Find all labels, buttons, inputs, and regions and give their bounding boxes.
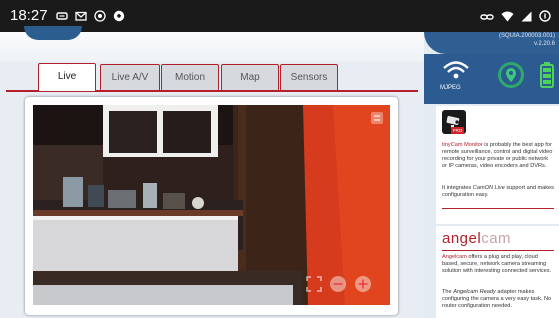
tinycam-panel: PRO tinyCam Monitor is probably the best…	[436, 106, 559, 224]
version-info: (SQUIA.200003.001) v.2.20.6	[499, 32, 555, 48]
cast-icon	[56, 9, 68, 21]
logo-light: cam	[481, 230, 512, 247]
stream-mode-label: MJPEG	[440, 85, 461, 91]
status-time: 18:27	[10, 7, 48, 24]
sidebar-icon-row: MJPEG	[424, 54, 559, 104]
angelcam-adapter: The Angelcam Ready adapter makes configu…	[442, 289, 554, 310]
wifi-icon	[501, 9, 514, 27]
fullscreen-icon[interactable]	[305, 275, 323, 298]
battery-icon[interactable]	[540, 62, 554, 93]
signal-icon	[521, 9, 532, 27]
build-id: (SQUIA.200003.001)	[498, 33, 555, 39]
notification-icons	[56, 9, 125, 22]
live-video[interactable]	[33, 105, 390, 305]
angelcam-description: Angelcam offers a plug and play, cloud b…	[442, 254, 554, 275]
tab-sensors[interactable]: Sensors	[280, 64, 338, 90]
tinycam-logo-icon	[442, 110, 466, 139]
logo-main: angel	[442, 230, 482, 247]
angelcam-brand[interactable]: Angelcam	[442, 254, 467, 260]
adapter-pre: The	[442, 289, 454, 295]
battery-saver-icon	[539, 9, 551, 27]
tinycam-integration: It integrates CamON Live support and mak…	[442, 185, 554, 199]
tab-bar: Live Live A/V Motion Map Sensors	[6, 60, 418, 92]
location-icon[interactable]	[496, 60, 526, 95]
link-icon	[480, 9, 494, 27]
gmail-icon	[75, 9, 87, 21]
tinycam-description: tinyCam Monitor is probably the best app…	[442, 142, 554, 170]
angelcam-logo: angelcam	[442, 230, 511, 247]
zoom-out-icon[interactable]	[329, 275, 347, 298]
menu-handle-button[interactable]	[24, 26, 82, 40]
divider	[442, 208, 554, 209]
sidebar: (SQUIA.200003.001) v.2.20.6 MJPEG PRO ti…	[424, 32, 559, 318]
tab-motion[interactable]: Motion	[161, 64, 219, 90]
tab-live[interactable]: Live	[38, 63, 96, 91]
video-frame	[24, 96, 399, 316]
angelcam-ready-text: Angelcam Ready	[453, 289, 496, 295]
app-header	[0, 26, 424, 62]
sidebar-header: (SQUIA.200003.001) v.2.20.6	[424, 32, 559, 54]
cam-app-icon	[94, 9, 106, 22]
video-menu-icon[interactable]	[370, 111, 384, 130]
zoom-in-icon[interactable]	[354, 275, 372, 298]
system-icons	[480, 9, 551, 27]
integration-pre: It integrates	[442, 185, 473, 191]
version-number: v.2.20.6	[534, 41, 555, 47]
pro-badge: PRO	[451, 127, 464, 134]
main-area: Live Live A/V Motion Map Sensors	[0, 26, 424, 318]
tab-live-av[interactable]: Live A/V	[100, 64, 160, 90]
tab-map[interactable]: Map	[221, 64, 279, 90]
soccer-ball-icon	[113, 9, 125, 22]
status-bar: 18:27	[0, 0, 559, 32]
angelcam-panel: angelcam Angelcam offers a plug and play…	[436, 226, 559, 318]
tinycam-brand[interactable]: tinyCam Monitor	[442, 142, 483, 148]
camon-live-text: CamON Live	[472, 185, 505, 191]
divider	[442, 250, 554, 251]
